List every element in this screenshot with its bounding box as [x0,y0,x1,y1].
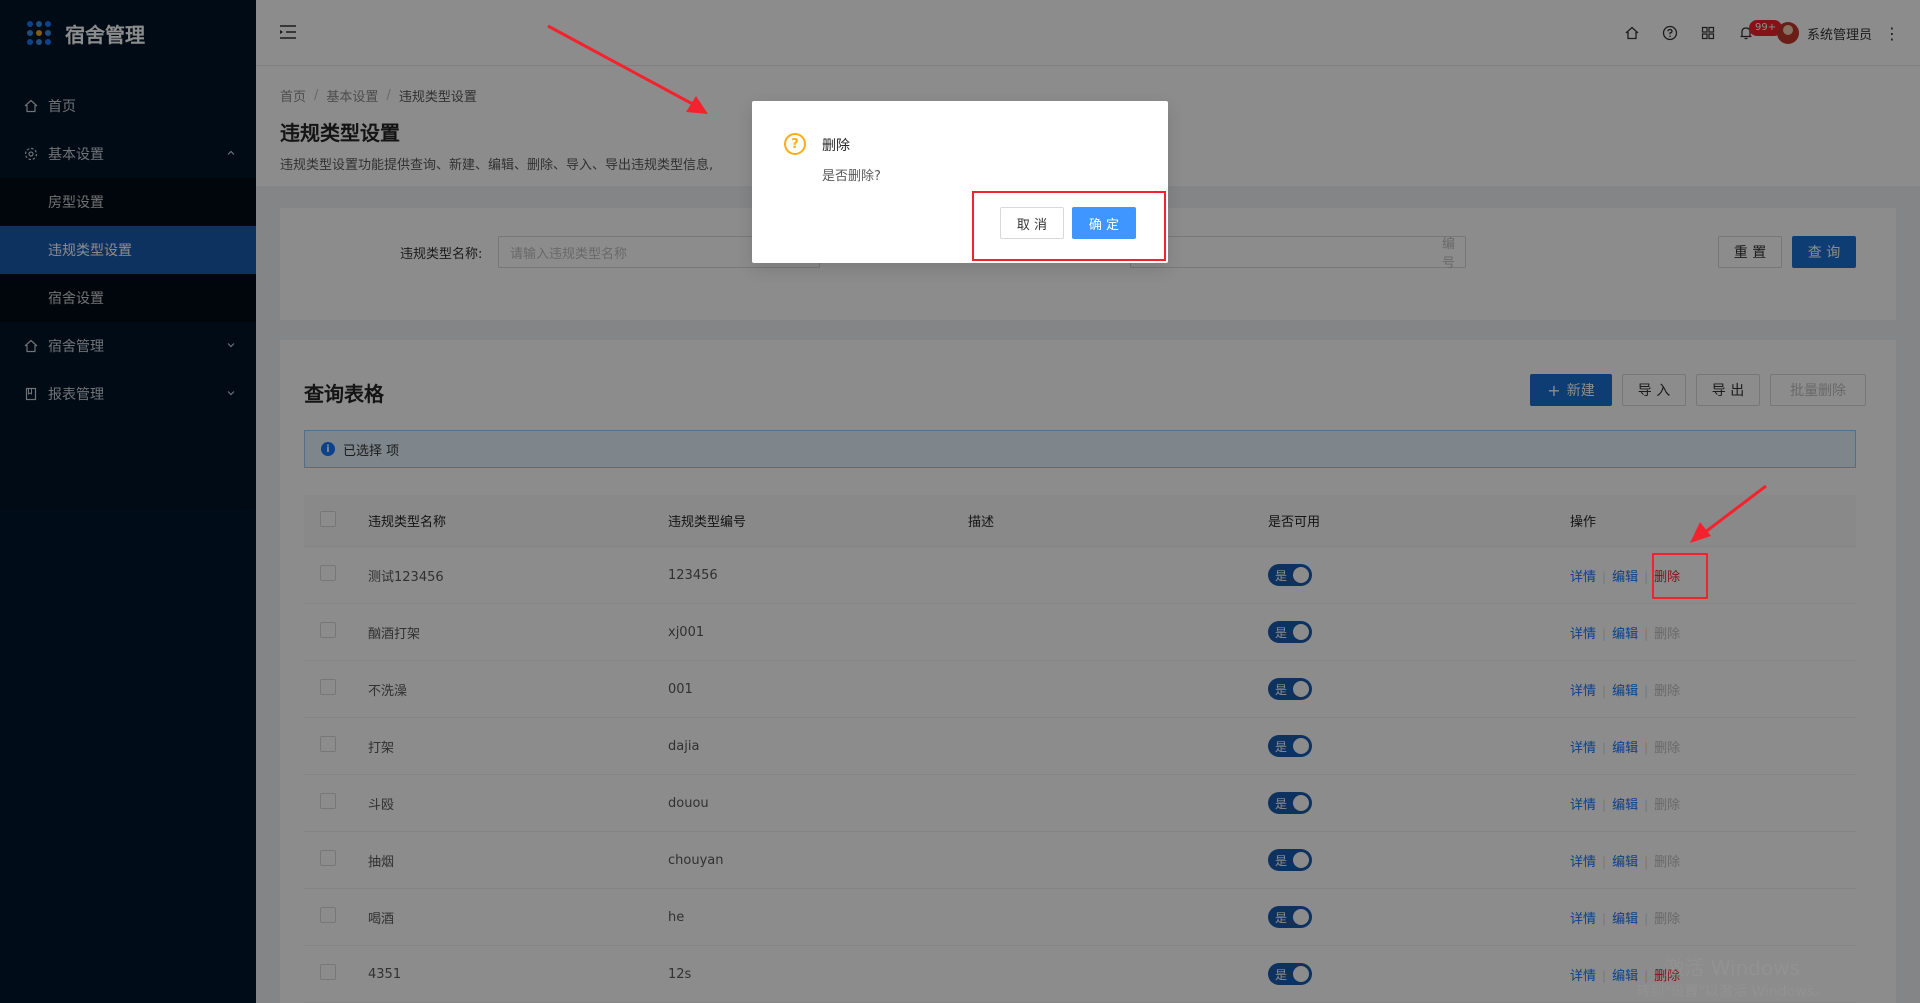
annotation-box-modal-buttons [972,191,1166,261]
question-icon: ? [784,133,806,155]
modal-content: 是否删除? [822,169,881,184]
windows-activation-hint: 转到"设置"以激活 Windows。 [1636,984,1828,1000]
modal-title: 删除 [822,138,850,154]
annotation-box-delete-link [1652,553,1708,599]
windows-activation-watermark: 激活 Windows [1664,956,1800,980]
